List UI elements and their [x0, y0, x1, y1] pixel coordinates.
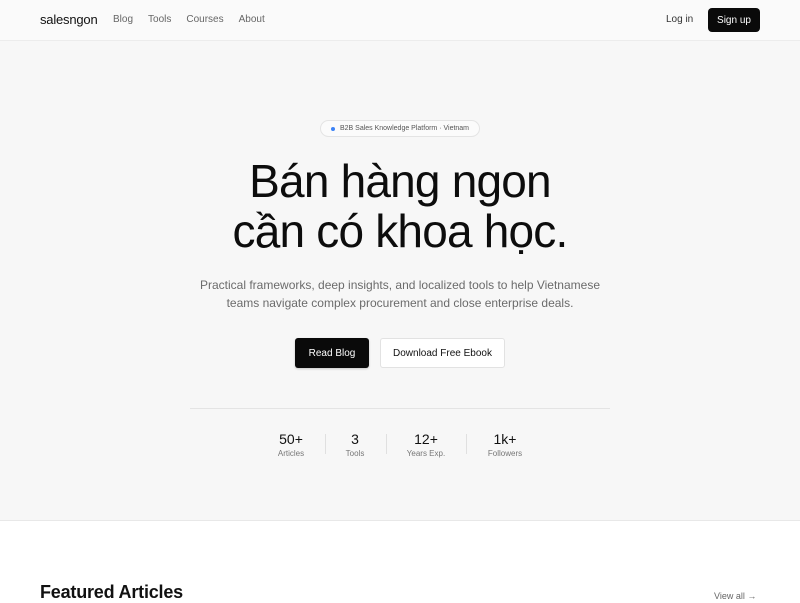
stat-articles: 50+ Articles: [271, 430, 311, 458]
stat-tools: 3 Tools: [337, 430, 373, 458]
stat-value: 1k+: [493, 431, 517, 447]
stat-years: 12+ Years Exp.: [401, 430, 451, 458]
stat-followers: 1k+ Followers: [482, 430, 528, 458]
subtitle-line-2: teams navigate complex procurement and c…: [226, 296, 574, 310]
headline-line-2: cần có khoa học.: [232, 205, 569, 257]
stat-value: 3: [351, 431, 359, 447]
headline-line-1: Bán hàng ngon: [249, 155, 551, 207]
site-logo[interactable]: salesngon: [40, 12, 98, 27]
stat-value: 50+: [279, 431, 303, 447]
hero-subtitle: Practical frameworks, deep insights, and…: [175, 276, 625, 312]
nav-links: Blog Tools Courses About: [113, 14, 265, 25]
top-navigation: salesngon Blog Tools Courses About Log i…: [0, 0, 800, 41]
nav-link-about[interactable]: About: [239, 14, 265, 25]
subtitle-line-1: Practical frameworks, deep insights, and…: [200, 278, 600, 292]
stat-label: Years Exp.: [406, 449, 446, 458]
hero-headline: Bán hàng ngon cần có khoa học.: [0, 156, 800, 256]
stat-separator: [386, 434, 387, 454]
badge-text: B2B Sales Knowledge Platform · Vietnam: [339, 125, 470, 132]
badge-dot-icon: [330, 126, 335, 131]
login-link[interactable]: Log in: [666, 14, 693, 25]
hero-section: B2B Sales Knowledge Platform · Vietnam B…: [0, 41, 800, 521]
nav-link-tools[interactable]: Tools: [148, 14, 171, 25]
stats-divider: [190, 408, 610, 409]
stat-separator: [325, 434, 326, 454]
stat-label: Tools: [345, 449, 365, 458]
nav-link-blog[interactable]: Blog: [113, 14, 133, 25]
stat-separator: [466, 434, 467, 454]
platform-badge: B2B Sales Knowledge Platform · Vietnam: [320, 120, 480, 137]
download-ebook-button[interactable]: Download Free Ebook: [380, 338, 505, 368]
stat-label: Followers: [487, 449, 523, 458]
nav-link-courses[interactable]: Courses: [186, 14, 223, 25]
stat-value: 12+: [414, 431, 438, 447]
read-blog-button[interactable]: Read Blog: [295, 338, 369, 368]
stat-label: Articles: [277, 449, 305, 458]
signup-button[interactable]: Sign up: [708, 8, 760, 32]
